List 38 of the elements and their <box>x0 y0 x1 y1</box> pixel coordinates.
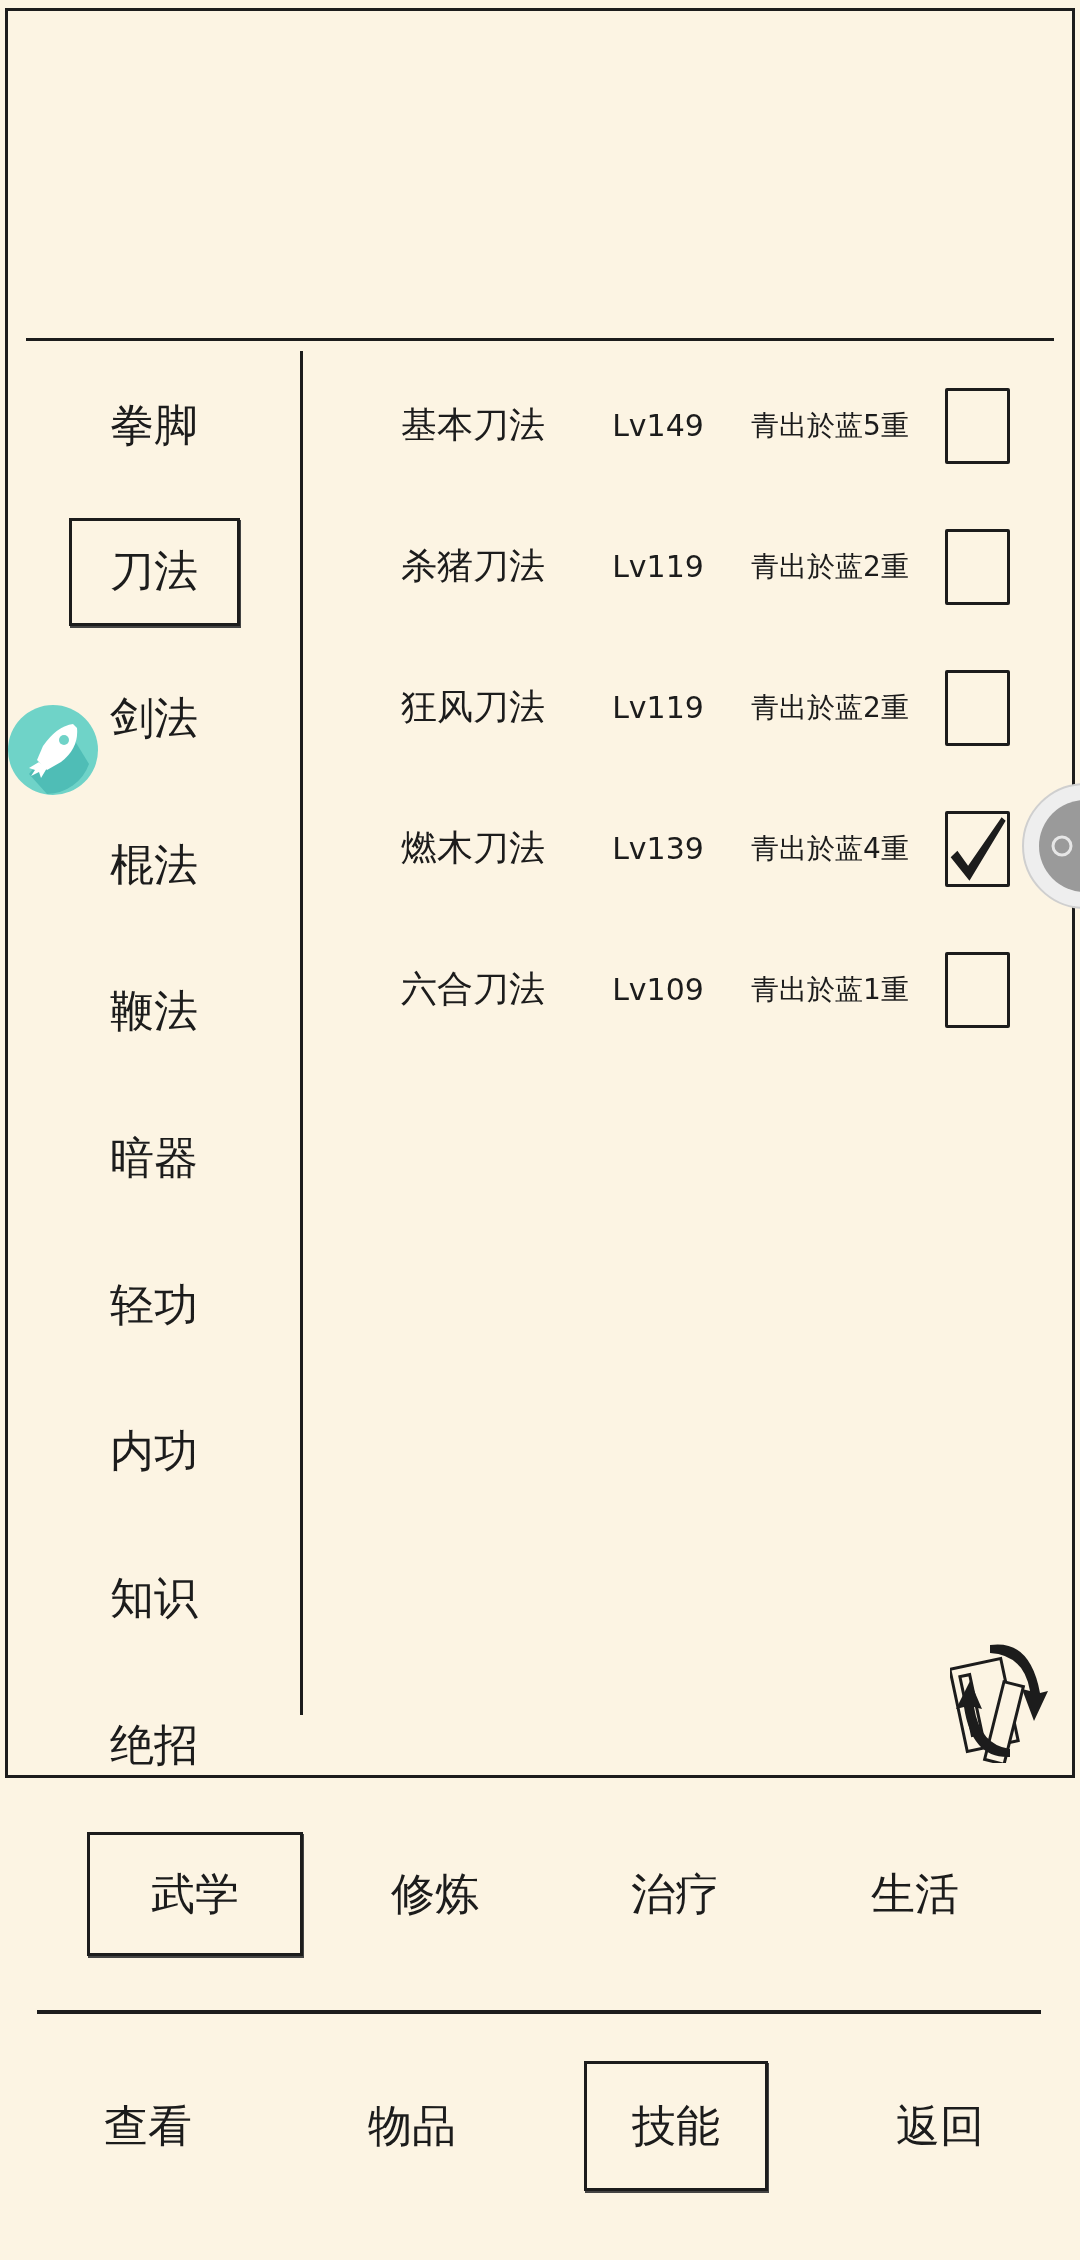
tier-label: 青出於蓝4重 <box>750 830 910 867</box>
nav-tab[interactable]: 物品 <box>320 2061 504 2191</box>
checkbox[interactable] <box>945 387 1010 464</box>
checkbox[interactable] <box>945 528 1010 605</box>
skill-name: 基本刀法 <box>400 403 546 447</box>
category-tab[interactable]: 鞭法 <box>107 957 201 1066</box>
nav-tab[interactable]: 技能 <box>584 2061 768 2191</box>
tier-label: 青出於蓝2重 <box>750 548 910 585</box>
skill-name: 六合刀法 <box>400 967 546 1011</box>
category-tab[interactable]: 内功 <box>107 1397 201 1506</box>
sub-tab[interactable]: 生活 <box>807 1832 1023 1956</box>
nav-tab[interactable]: 返回 <box>848 2061 1032 2191</box>
category-tab[interactable]: 绝招 <box>107 1691 201 1800</box>
category-tab[interactable]: 暗器 <box>107 1104 201 1213</box>
skill-name: 燃木刀法 <box>400 826 546 870</box>
nav-tab[interactable]: 查看 <box>56 2061 240 2191</box>
tier-label: 青出於蓝1重 <box>750 971 910 1008</box>
checkbox[interactable] <box>945 810 1010 887</box>
skill-level: Lv109 <box>611 972 705 1007</box>
sub-tab[interactable]: 治疗 <box>567 1832 783 1956</box>
category-tab[interactable]: 知识 <box>107 1544 201 1653</box>
category-tab[interactable]: 轻功 <box>107 1251 201 1360</box>
tier-label: 青出於蓝5重 <box>750 407 910 444</box>
category-tab[interactable]: 棍法 <box>107 811 201 920</box>
checkbox[interactable] <box>945 669 1010 746</box>
category-tab[interactable]: 剑法 <box>107 664 201 773</box>
category-tab[interactable]: 刀法 <box>68 517 240 626</box>
tier-label: 青出於蓝2重 <box>750 689 910 726</box>
skill-level: Lv139 <box>611 831 705 866</box>
skill-name: 杀猪刀法 <box>400 544 546 588</box>
sub-tab[interactable]: 修炼 <box>327 1832 543 1956</box>
checkbox[interactable] <box>945 951 1010 1028</box>
skill-level: Lv149 <box>611 408 705 443</box>
sub-tab[interactable]: 武学 <box>87 1832 303 1956</box>
category-tab[interactable]: 拳脚 <box>107 371 201 479</box>
skill-level: Lv119 <box>611 690 705 725</box>
skill-name: 狂风刀法 <box>400 685 546 729</box>
skill-level: Lv119 <box>611 549 705 584</box>
